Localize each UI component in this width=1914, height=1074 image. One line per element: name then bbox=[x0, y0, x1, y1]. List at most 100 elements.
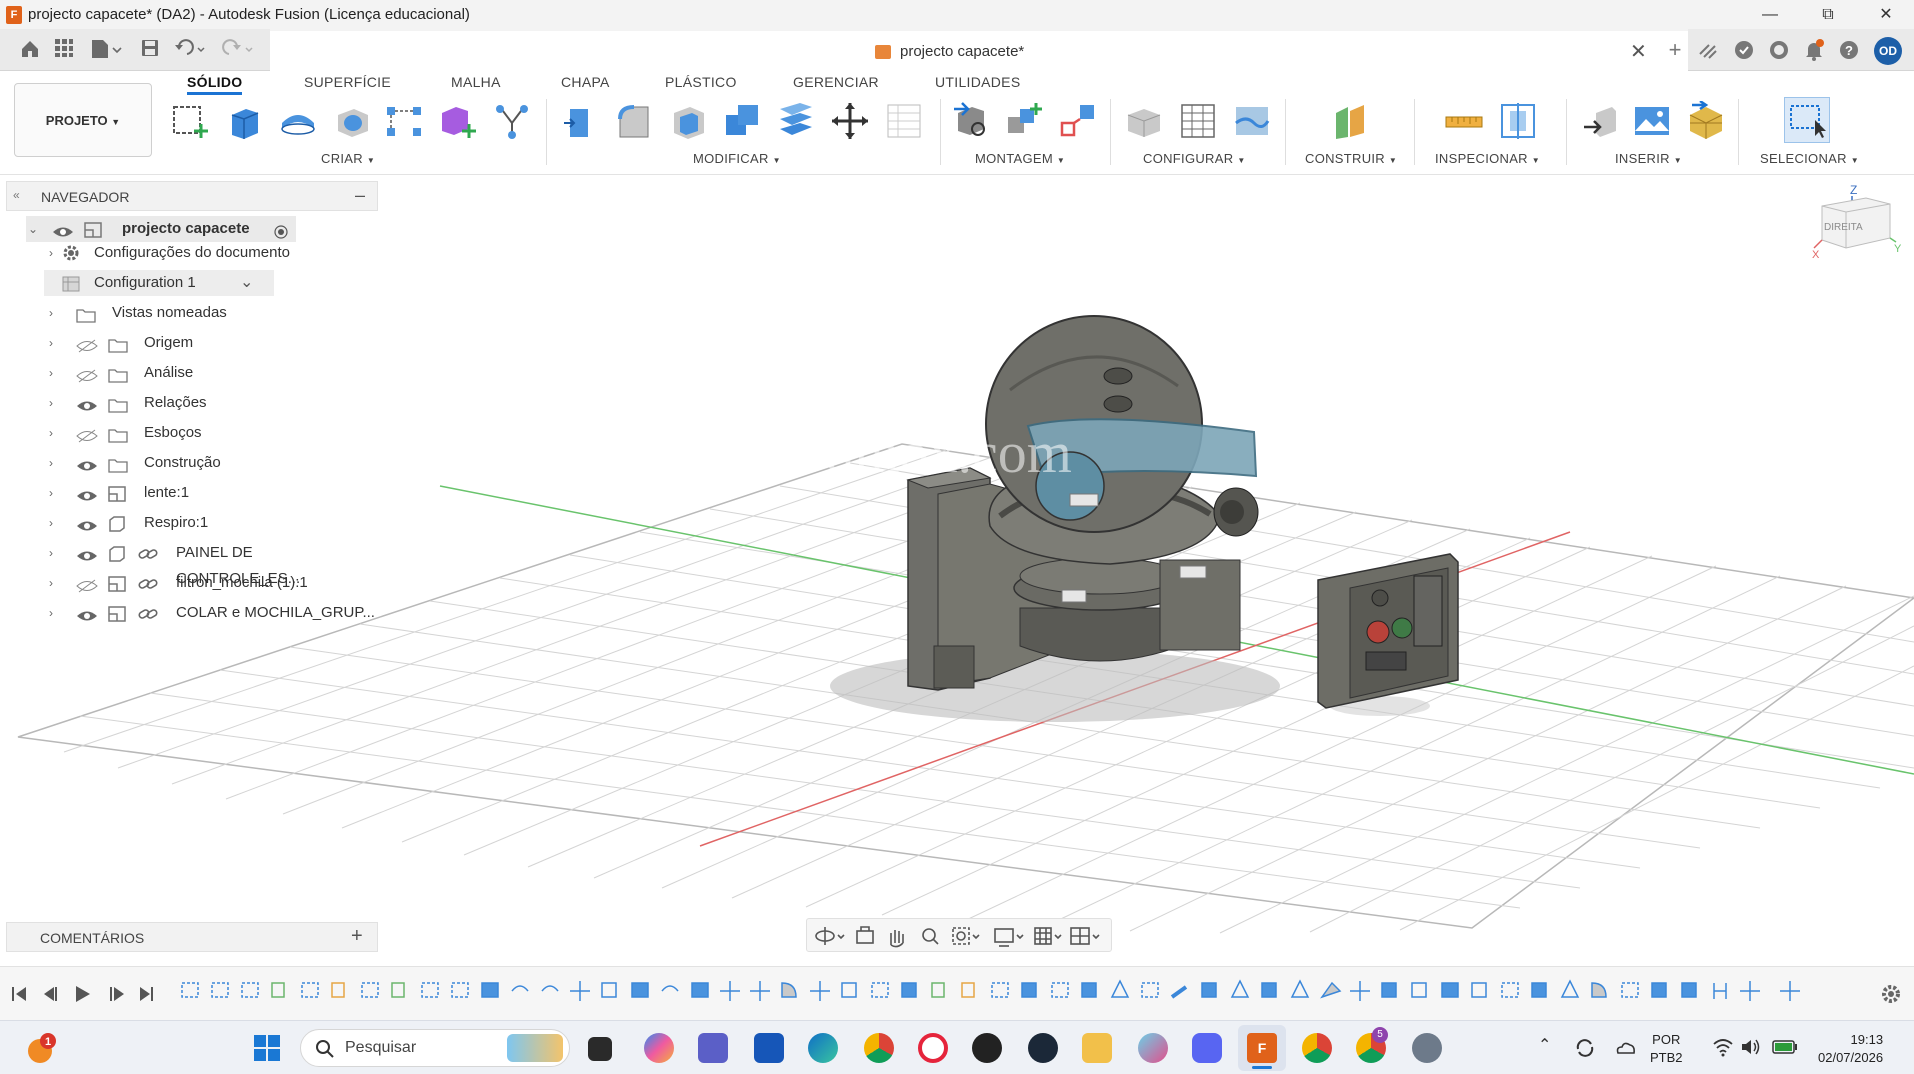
tree-item-named-views[interactable]: › Vistas nomeadas bbox=[44, 300, 250, 326]
tree-item-lente[interactable]: › lente:1 bbox=[44, 480, 206, 506]
teams-icon[interactable] bbox=[698, 1033, 728, 1063]
chrome-profile-icon[interactable]: 5 bbox=[1356, 1027, 1388, 1063]
tree-item-colar-mochila[interactable]: › COLAR e MOCHILA_GRUP... bbox=[44, 600, 378, 626]
task-view-icon[interactable] bbox=[588, 1037, 612, 1061]
change-parameters-icon[interactable] bbox=[884, 101, 924, 141]
tab-chapa[interactable]: CHAPA bbox=[561, 74, 610, 90]
collapse-panel-icon[interactable]: « bbox=[13, 188, 20, 202]
create-sketch-icon[interactable] bbox=[170, 101, 210, 141]
user-avatar[interactable]: OD bbox=[1874, 37, 1902, 65]
undo-icon[interactable] bbox=[172, 38, 210, 62]
eye-visible-icon[interactable] bbox=[76, 486, 98, 512]
group-montagem[interactable]: MONTAGEM ▼ bbox=[975, 151, 1065, 166]
data-panel-grid-icon[interactable] bbox=[52, 38, 76, 62]
timeline-settings-gear-icon[interactable] bbox=[1880, 983, 1902, 1008]
eye-visible-icon[interactable] bbox=[76, 396, 98, 422]
eye-hidden-icon[interactable] bbox=[76, 366, 98, 392]
edge-browser-icon[interactable] bbox=[808, 1033, 838, 1063]
tab-solido[interactable]: SÓLIDO bbox=[187, 74, 243, 95]
eye-visible-icon[interactable] bbox=[76, 606, 98, 632]
steam-icon[interactable] bbox=[1028, 1033, 1058, 1063]
eye-hidden-icon[interactable] bbox=[76, 426, 98, 452]
chevron-right-icon[interactable]: › bbox=[44, 420, 58, 446]
help-icon[interactable]: ? bbox=[1838, 39, 1860, 61]
workspace-switcher-button[interactable]: PROJETO ▼ bbox=[14, 83, 152, 157]
tree-item-filtron-mochila[interactable]: › filtron_mochila (1):1 bbox=[44, 570, 338, 596]
combine-icon[interactable] bbox=[722, 101, 762, 141]
offset-face-icon[interactable] bbox=[776, 101, 816, 141]
shell-icon[interactable] bbox=[668, 101, 708, 141]
tab-malha[interactable]: MALHA bbox=[451, 74, 501, 90]
settings-gear-icon[interactable] bbox=[1412, 1033, 1442, 1063]
restore-button[interactable]: ⧉ bbox=[1800, 0, 1856, 29]
chevron-right-icon[interactable]: › bbox=[44, 600, 58, 626]
eye-visible-icon[interactable] bbox=[76, 456, 98, 482]
chevron-up-icon[interactable]: ⌃ bbox=[1538, 1035, 1551, 1055]
chevron-right-icon[interactable]: › bbox=[44, 240, 58, 266]
close-tab-icon[interactable]: ✕ bbox=[1630, 39, 1647, 64]
tab-superficie[interactable]: SUPERFÍCIE bbox=[304, 74, 391, 90]
chrome-browser-icon[interactable] bbox=[864, 1033, 894, 1063]
extensions-icon[interactable] bbox=[1697, 39, 1719, 61]
revolve-icon[interactable] bbox=[278, 101, 318, 141]
tree-item-respiro[interactable]: › Respiro:1 bbox=[44, 510, 216, 536]
chevron-right-icon[interactable]: › bbox=[44, 480, 58, 506]
file-menu-icon[interactable] bbox=[88, 38, 124, 62]
as-built-joint-icon[interactable] bbox=[1058, 101, 1098, 141]
create-form-icon[interactable] bbox=[438, 101, 478, 141]
sync-icon[interactable] bbox=[1574, 1037, 1596, 1059]
press-pull-icon[interactable] bbox=[560, 101, 600, 141]
group-criar[interactable]: CRIAR ▼ bbox=[321, 151, 375, 166]
control-panel-part[interactable] bbox=[1317, 553, 1459, 709]
chrome-profile-icon[interactable] bbox=[1302, 1033, 1332, 1063]
select-tool-icon[interactable] bbox=[1784, 97, 1830, 143]
tree-item-origin[interactable]: › Origem bbox=[44, 330, 214, 356]
joint-icon[interactable] bbox=[1004, 101, 1044, 141]
view-cube[interactable]: Z DIREITA X Y bbox=[1806, 176, 1906, 286]
group-construir[interactable]: CONSTRUIR ▼ bbox=[1305, 151, 1397, 166]
add-comment-icon[interactable]: + bbox=[351, 925, 363, 948]
tree-root-row[interactable]: ⌄ projecto capacete bbox=[26, 216, 296, 242]
group-selecionar[interactable]: SELECIONAR ▼ bbox=[1760, 151, 1859, 166]
group-configurar[interactable]: CONFIGURAR ▼ bbox=[1143, 151, 1246, 166]
chevron-right-icon[interactable]: › bbox=[44, 390, 58, 416]
minimize-button[interactable]: — bbox=[1742, 0, 1798, 29]
windows-start-icon[interactable] bbox=[252, 1033, 282, 1063]
tab-gerenciar[interactable]: GERENCIAR bbox=[793, 74, 879, 90]
group-inspecionar[interactable]: INSPECIONAR ▼ bbox=[1435, 151, 1540, 166]
file-explorer-icon[interactable] bbox=[1082, 1033, 1112, 1063]
tree-item-relations[interactable]: › Relações bbox=[44, 390, 218, 416]
tab-plastico[interactable]: PLÁSTICO bbox=[665, 74, 737, 90]
tree-item-sketches[interactable]: › Esboços bbox=[44, 420, 216, 446]
copilot-icon[interactable] bbox=[644, 1033, 674, 1063]
chevron-right-icon[interactable]: › bbox=[44, 330, 58, 356]
chevron-right-icon[interactable]: › bbox=[44, 360, 58, 386]
job-status-icon[interactable] bbox=[1733, 39, 1755, 61]
taskbar-search-input[interactable] bbox=[300, 1029, 570, 1067]
chevron-down-icon[interactable]: ⌄ bbox=[240, 270, 253, 296]
chevron-right-icon[interactable]: › bbox=[44, 300, 58, 326]
onedrive-icon[interactable] bbox=[1614, 1037, 1636, 1059]
eye-visible-icon[interactable] bbox=[76, 546, 98, 572]
opera-browser-icon[interactable] bbox=[918, 1033, 948, 1063]
wifi-icon[interactable] bbox=[1712, 1037, 1734, 1057]
timeline-features[interactable] bbox=[180, 977, 1860, 1011]
input-language-indicator[interactable]: POR PTB2 bbox=[1650, 1031, 1683, 1067]
pattern-icon[interactable] bbox=[384, 101, 424, 141]
derive-icon[interactable] bbox=[492, 101, 532, 141]
move-copy-icon[interactable] bbox=[830, 101, 870, 141]
group-modificar[interactable]: MODIFICAR ▼ bbox=[693, 151, 781, 166]
chevron-right-icon[interactable]: › bbox=[44, 570, 58, 596]
tree-item-construction[interactable]: › Construção bbox=[44, 450, 228, 476]
volume-icon[interactable] bbox=[1740, 1037, 1762, 1057]
configuration-table-icon[interactable] bbox=[1178, 101, 1218, 141]
tree-item-configuration[interactable]: Configuration 1 ⌄ bbox=[44, 270, 274, 296]
eye-hidden-icon[interactable] bbox=[76, 576, 98, 602]
clock-history-icon[interactable] bbox=[1768, 39, 1790, 61]
tree-item-painel-controle[interactable]: › PAINEL DE CONTROLE_ES... bbox=[44, 540, 378, 587]
tab-projecto-capacete[interactable]: projecto capacete* ✕ bbox=[270, 29, 1688, 71]
discord-icon[interactable] bbox=[1192, 1033, 1222, 1063]
chevron-right-icon[interactable]: › bbox=[44, 450, 58, 476]
group-inserir[interactable]: INSERIR ▼ bbox=[1615, 151, 1682, 166]
tree-item-document-settings[interactable]: › Configurações do documento bbox=[44, 240, 334, 266]
